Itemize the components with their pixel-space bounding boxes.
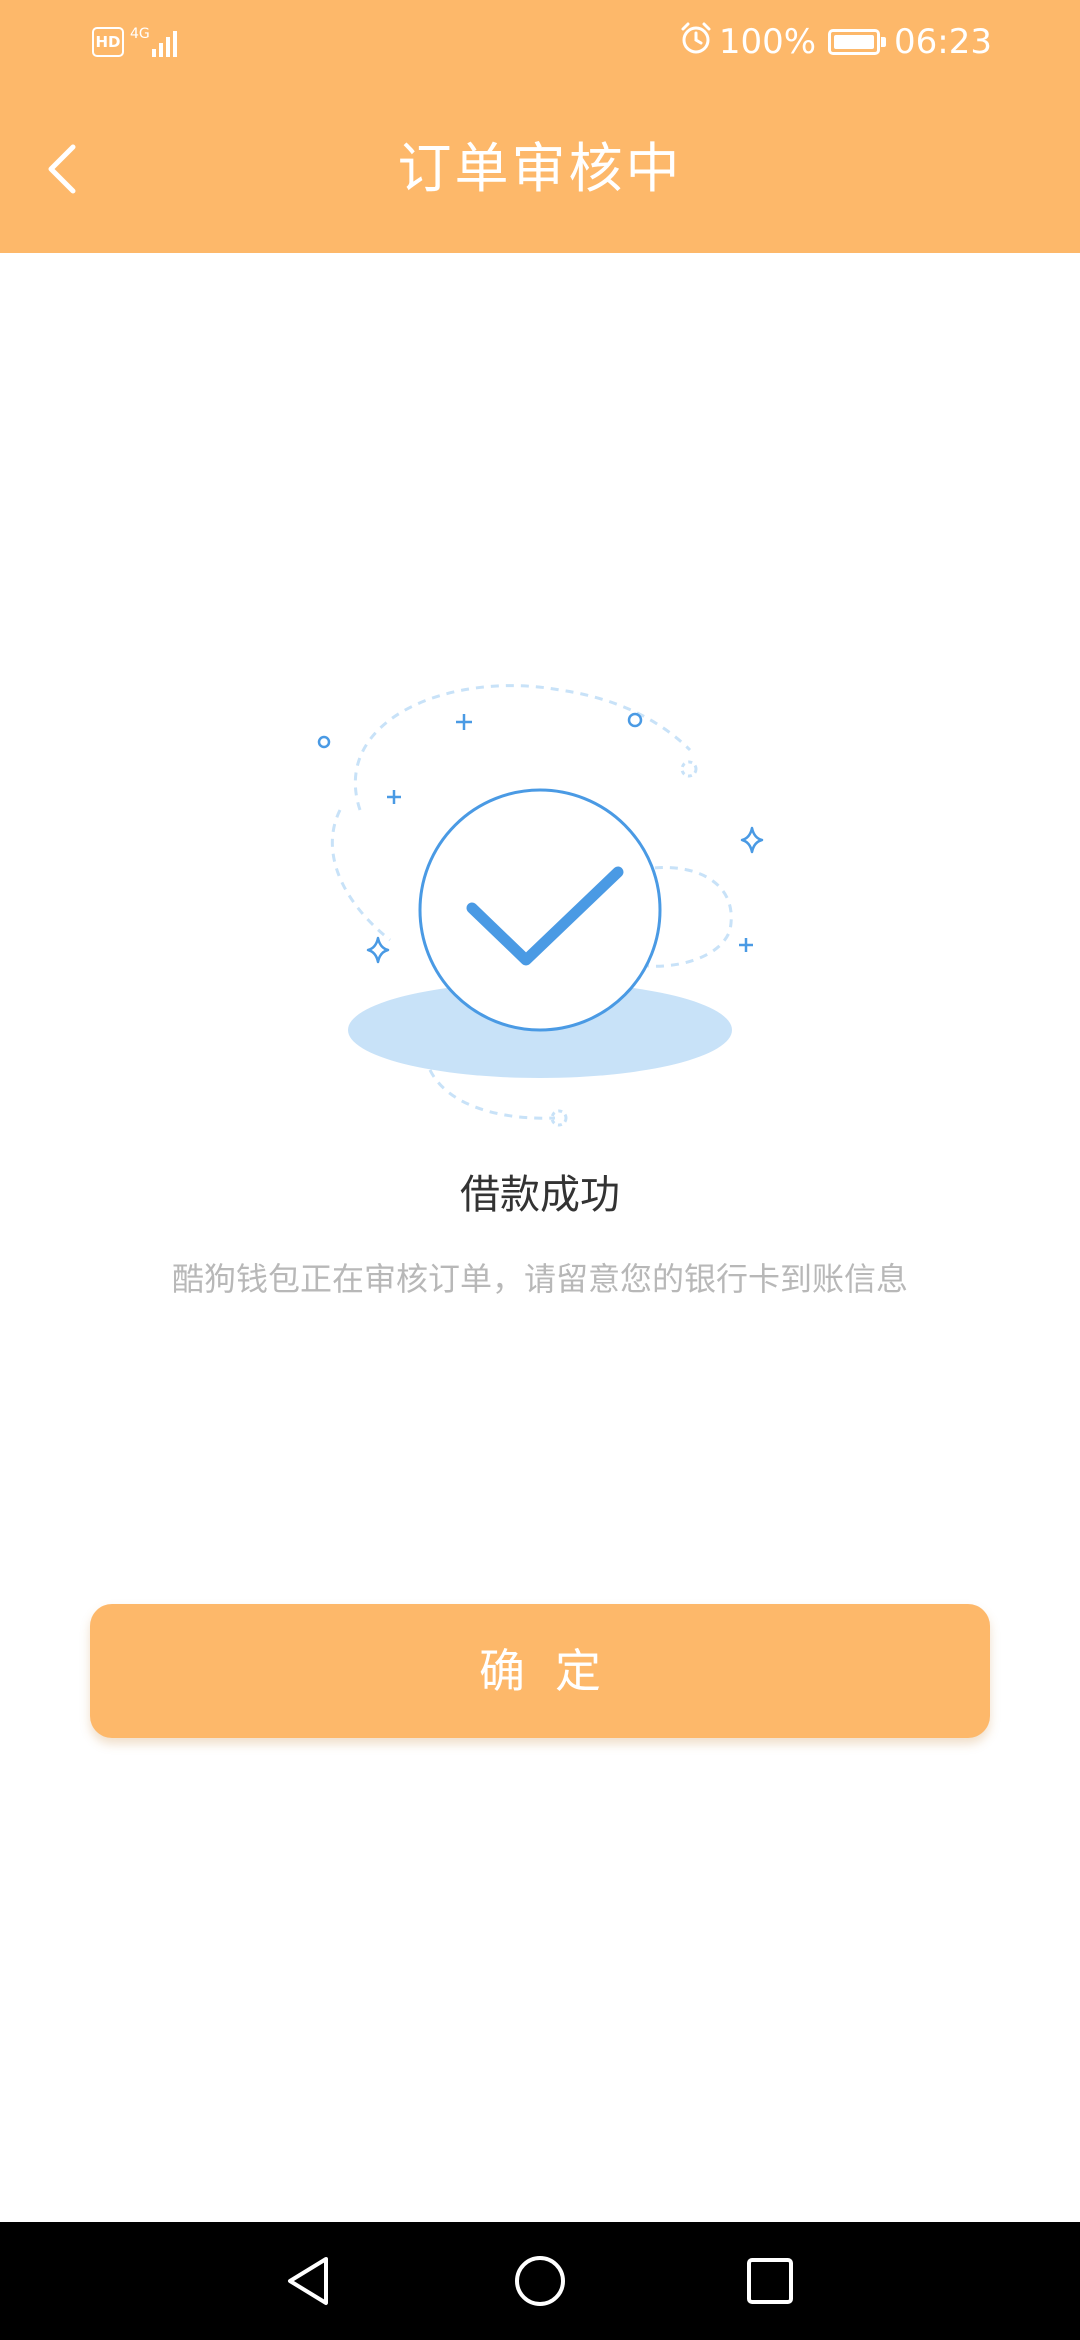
nav-home-icon: [515, 2256, 565, 2306]
nav-back-button[interactable]: [278, 2251, 338, 2311]
battery-icon: [828, 29, 887, 55]
confirm-button[interactable]: 确定: [90, 1604, 990, 1738]
hd-badge: HD: [92, 27, 124, 57]
battery-percent: 100%: [718, 22, 817, 62]
nav-home-button[interactable]: [510, 2251, 570, 2311]
success-check-icon: [317, 684, 764, 1127]
nav-recents-icon: [747, 2258, 793, 2304]
status-right: 100% 06:23: [679, 20, 992, 64]
system-nav-bar: [0, 2222, 1080, 2340]
result-description: 酷狗钱包正在审核订单，请留意您的银行卡到账信息: [171, 1260, 908, 1298]
battery-fill: [834, 35, 875, 49]
app-header: 订单审核中: [0, 84, 1080, 253]
result-title: 借款成功: [460, 1172, 620, 1218]
signal-icon: [151, 27, 180, 57]
network-type: 4G: [130, 26, 150, 42]
nav-back-icon: [288, 2257, 328, 2305]
status-left: HD 4G: [92, 22, 180, 62]
alarm-icon: [679, 21, 713, 64]
status-time: 06:23: [894, 22, 992, 62]
page-title: 订单审核中: [397, 137, 683, 200]
nav-recents-button[interactable]: [740, 2251, 800, 2311]
status-bar: HD 4G 100% 06:23: [0, 0, 1080, 84]
loan-result-screen: HD 4G 100% 06:23 订单审核中 借款成功 酷狗钱包正在审核订单，请…: [0, 0, 1080, 2340]
